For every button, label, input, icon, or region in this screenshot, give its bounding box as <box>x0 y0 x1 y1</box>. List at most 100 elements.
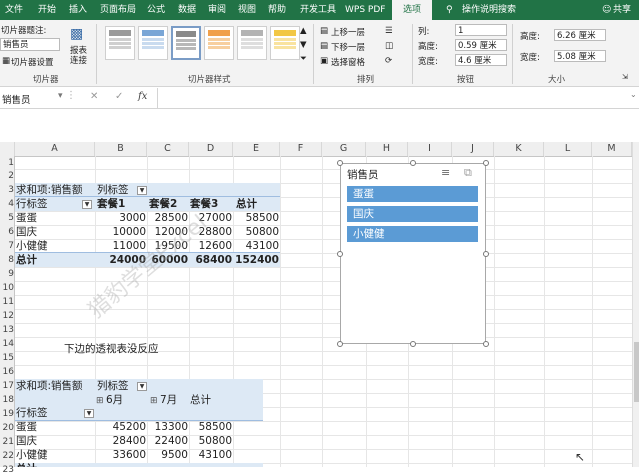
tab-insert[interactable]: 插入 <box>69 0 87 20</box>
pivot1-header[interactable]: 套餐2 <box>149 198 177 211</box>
pivot2-value[interactable]: 22400 <box>147 435 188 448</box>
pivot1-value[interactable]: 50800 <box>233 226 279 239</box>
pivot1-value[interactable]: 58500 <box>233 212 279 225</box>
col-header-f[interactable]: F <box>280 142 322 156</box>
row-header[interactable]: 21 <box>0 436 14 448</box>
multi-select-icon[interactable]: ≡ <box>441 166 450 179</box>
gallery-scroll-up-icon[interactable]: ▲ <box>300 26 307 36</box>
tab-options[interactable]: 选项 <box>392 0 432 20</box>
slicer-style-3-selected[interactable] <box>171 26 201 60</box>
row-header[interactable]: 13 <box>0 324 14 336</box>
pivot2-row-name[interactable]: 蛋蛋 <box>16 421 37 434</box>
col-header-g[interactable]: G <box>322 142 366 156</box>
slicer-panel[interactable]: 销售员 ≡ ⧉ 蛋蛋 国庆 小健健 <box>340 163 486 344</box>
col-header-m[interactable]: M <box>592 142 632 156</box>
tab-page-layout[interactable]: 页面布局 <box>100 0 136 20</box>
row-header[interactable]: 15 <box>0 352 14 364</box>
pivot2-row-name[interactable]: 小健健 <box>16 449 48 462</box>
slicer-item[interactable]: 蛋蛋 <box>347 186 478 202</box>
resize-handle[interactable] <box>337 160 343 166</box>
resize-handle[interactable] <box>410 160 416 166</box>
group-icon[interactable]: ◫ <box>385 41 393 51</box>
slicer-caption-input[interactable]: 销售员 <box>0 38 60 51</box>
resize-handle[interactable] <box>337 341 343 347</box>
row-header[interactable]: 5 <box>0 212 14 224</box>
col-header-i[interactable]: I <box>408 142 452 156</box>
filter-dropdown-icon[interactable]: ▼ <box>82 200 92 209</box>
slicer-style-5[interactable] <box>237 26 267 60</box>
pivot1-row-name[interactable]: 蛋蛋 <box>16 212 37 225</box>
row-header[interactable]: 12 <box>0 310 14 322</box>
pivot2-title[interactable]: 求和项:销售额 <box>16 380 83 393</box>
pivot1-total[interactable]: 68400 <box>189 254 232 267</box>
pivot1-row-name[interactable]: 国庆 <box>16 226 37 239</box>
expand-icon[interactable]: ⊞ <box>96 396 104 406</box>
tab-review[interactable]: 审阅 <box>208 0 226 20</box>
fx-button[interactable]: fx <box>138 91 147 102</box>
tab-view[interactable]: 视图 <box>238 0 256 20</box>
tab-wps-pdf[interactable]: WPS PDF <box>345 0 385 20</box>
row-header[interactable]: 18 <box>0 394 14 406</box>
columns-input[interactable]: 1 <box>455 24 507 36</box>
pivot2-column-label[interactable]: 列标签 <box>97 380 129 393</box>
row-header[interactable]: 8 <box>0 254 14 266</box>
report-connections-button[interactable]: 报表 连接 <box>70 46 87 66</box>
note-text[interactable]: 下边的透视表没反应 <box>64 343 159 356</box>
pivot1-value[interactable]: 3000 <box>95 212 146 225</box>
pivot1-total[interactable]: 152400 <box>233 254 279 267</box>
vertical-scrollbar[interactable] <box>632 142 639 467</box>
share-button[interactable]: 共享 <box>613 0 631 20</box>
row-header[interactable]: 6 <box>0 226 14 238</box>
row-header[interactable]: 3 <box>0 184 14 196</box>
send-backward-button[interactable]: 下移一层 <box>331 41 365 53</box>
pivot2-value[interactable]: 45200 <box>95 421 146 434</box>
selection-pane-button[interactable]: 选择窗格 <box>331 56 365 68</box>
pivot1-header[interactable]: 套餐1 <box>97 198 125 211</box>
row-header[interactable]: 1 <box>0 157 14 169</box>
gallery-scroll-down-icon[interactable]: ▼ <box>300 40 307 50</box>
expand-icon[interactable]: ⊞ <box>150 396 158 406</box>
resize-handle[interactable] <box>483 251 489 257</box>
filter-dropdown-icon[interactable]: ▼ <box>137 186 147 195</box>
size-height-input[interactable]: 6.26 厘米 <box>554 29 606 41</box>
row-header[interactable]: 20 <box>0 422 14 434</box>
col-header-e[interactable]: E <box>233 142 280 156</box>
cancel-icon[interactable]: ✕ <box>90 91 98 102</box>
pivot2-value[interactable]: 13300 <box>147 421 188 434</box>
name-box-dropdown-icon[interactable]: ▾ <box>58 91 63 101</box>
col-header-j[interactable]: J <box>452 142 494 156</box>
bring-forward-button[interactable]: 上移一层 <box>331 26 365 38</box>
row-header[interactable]: 23 <box>0 464 14 476</box>
tab-help[interactable]: 帮助 <box>268 0 286 20</box>
pivot2-header[interactable]: 6月 <box>106 394 123 407</box>
row-header[interactable]: 16 <box>0 366 14 378</box>
pivot2-value[interactable]: 50800 <box>189 435 232 448</box>
row-header[interactable]: 14 <box>0 338 14 350</box>
resize-handle[interactable] <box>337 251 343 257</box>
button-width-input[interactable]: 4.6 厘米 <box>455 54 507 66</box>
row-header[interactable]: 17 <box>0 380 14 392</box>
scrollbar-thumb[interactable] <box>634 342 639 402</box>
col-header-c[interactable]: C <box>147 142 189 156</box>
gallery-more-icon[interactable]: ⏷ <box>300 54 307 64</box>
tell-me-search[interactable]: 操作说明搜索 <box>462 0 516 20</box>
row-header[interactable]: 9 <box>0 268 14 280</box>
pivot2-header[interactable]: 总计 <box>190 394 211 407</box>
col-header-l[interactable]: L <box>544 142 592 156</box>
tab-developer[interactable]: 开发工具 <box>300 0 336 20</box>
pivot2-value[interactable]: 33600 <box>95 449 146 462</box>
expand-formula-icon[interactable]: ⌄ <box>630 90 637 99</box>
slicer-style-2[interactable] <box>138 26 168 60</box>
col-header-h[interactable]: H <box>366 142 408 156</box>
pivot2-value[interactable]: 43100 <box>189 449 232 462</box>
filter-dropdown-icon[interactable]: ▼ <box>84 409 94 418</box>
resize-handle[interactable] <box>410 341 416 347</box>
pivot2-value[interactable]: 9500 <box>147 449 188 462</box>
pivot2-total-label[interactable]: 总计 <box>16 463 37 467</box>
pivot1-value[interactable]: 43100 <box>233 240 279 253</box>
align-icon[interactable]: ☰ <box>385 26 393 36</box>
col-header-k[interactable]: K <box>494 142 544 156</box>
row-header[interactable]: 22 <box>0 450 14 462</box>
row-header[interactable]: 10 <box>0 282 14 294</box>
tab-home[interactable]: 开始 <box>38 0 56 20</box>
